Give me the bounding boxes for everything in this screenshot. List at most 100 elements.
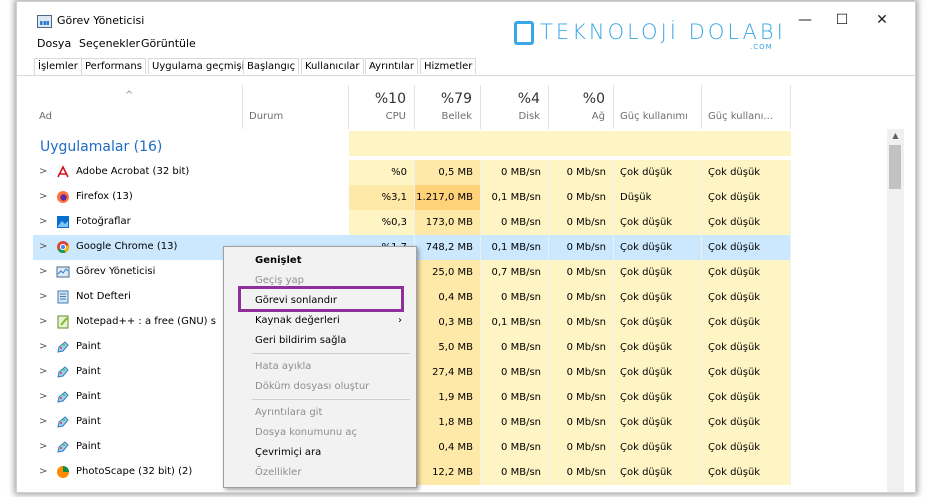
- row-power-trend: Çok düşük: [702, 235, 791, 260]
- row-network: 0 Mb/sn: [549, 310, 614, 335]
- ctx-search-online[interactable]: Çevrimiçi ara: [255, 447, 321, 458]
- row-disk: 0,1 MB/sn: [481, 235, 549, 260]
- ctx-provide-feedback[interactable]: Geri bildirim sağla: [255, 335, 346, 346]
- tab-users[interactable]: Kullanıcılar: [301, 58, 364, 74]
- chevron-right-icon[interactable]: >: [39, 291, 47, 302]
- row-power: Çok düşük: [614, 310, 702, 335]
- row-name: Paint: [76, 341, 101, 352]
- row-network: 0 Mb/sn: [549, 210, 614, 235]
- row-memory: 25,0 MB: [415, 260, 481, 285]
- row-network: 0 Mb/sn: [549, 410, 614, 435]
- row-memory: 0,4 MB: [415, 435, 481, 460]
- chevron-right-icon[interactable]: >: [39, 441, 47, 452]
- column-header-cpu[interactable]: %10 CPU: [349, 85, 415, 129]
- row-cpu: %0: [349, 160, 415, 185]
- row-disk: 0 MB/sn: [481, 410, 549, 435]
- row-power: Çok düşük: [614, 410, 702, 435]
- ctx-expand[interactable]: Genişlet: [255, 255, 301, 266]
- row-name: Paint: [76, 416, 101, 427]
- table-row[interactable]: >Paint%027,4 MB0 MB/sn0 Mb/snÇok düşükÇo…: [17, 360, 887, 385]
- tab-performance[interactable]: Performans: [81, 58, 146, 74]
- scroll-up-icon[interactable]: ▲: [887, 129, 904, 143]
- task-manager-icon: [56, 265, 70, 279]
- row-disk: 0 MB/sn: [481, 160, 549, 185]
- ctx-go-to-details: Ayrıntılara git: [255, 407, 323, 418]
- tab-app-history[interactable]: Uygulama geçmişi: [148, 58, 249, 74]
- column-header-power[interactable]: Güç kullanımı: [614, 85, 702, 129]
- context-menu: Genişlet Geçiş yap Görevi sonlandır Kaynak …: [223, 246, 417, 488]
- minimize-button[interactable]: —: [790, 10, 820, 30]
- column-header-memory[interactable]: %79 Bellek: [415, 85, 481, 129]
- vertical-scrollbar[interactable]: ▲: [887, 129, 904, 492]
- table-row[interactable]: >Notepad++ : a free (GNU) s%00,3 MB0,1 M…: [17, 310, 887, 335]
- chevron-right-icon[interactable]: >: [39, 266, 47, 277]
- row-memory: 748,2 MB: [415, 235, 481, 260]
- row-name-cell[interactable]: > Fotoğraflar: [33, 210, 349, 235]
- column-header-status[interactable]: Durum: [243, 85, 349, 129]
- menu-options[interactable]: Seçenekler: [79, 37, 140, 50]
- row-power-trend: Çok düşük: [702, 210, 791, 235]
- paint-icon: [56, 415, 70, 429]
- table-row[interactable]: >Not Defteri%00,4 MB0 MB/sn0 Mb/snÇok dü…: [17, 285, 887, 310]
- tab-services[interactable]: Hizmetler: [420, 58, 477, 74]
- ctx-properties: Özellikler: [255, 467, 302, 478]
- row-power: Çok düşük: [614, 235, 702, 260]
- menu-separator: [252, 399, 410, 400]
- paint-icon: [56, 390, 70, 404]
- chevron-right-icon[interactable]: >: [39, 366, 47, 377]
- table-row[interactable]: > Adobe Acrobat (32 bit) %0 0,5 MB 0 MB/sn 0 …: [17, 160, 887, 185]
- menu-view[interactable]: Görüntüle: [141, 37, 196, 50]
- table-row[interactable]: >Paint%00,4 MB0 MB/sn0 Mb/snÇok düşükÇok…: [17, 435, 887, 460]
- paint-icon: [56, 440, 70, 454]
- chevron-right-icon[interactable]: >: [39, 316, 47, 327]
- column-header-power-trend[interactable]: Güç kullanı...: [702, 85, 791, 129]
- chevron-right-icon[interactable]: >: [39, 416, 47, 427]
- row-power-trend: Çok düşük: [702, 460, 791, 485]
- chevron-right-icon[interactable]: >: [39, 241, 47, 252]
- chevron-right-icon[interactable]: >: [39, 466, 47, 477]
- row-name: Paint: [76, 366, 101, 377]
- row-name-cell[interactable]: > Firefox (13): [33, 185, 349, 210]
- tab-startup[interactable]: Başlangıç: [243, 58, 300, 74]
- tab-processes[interactable]: İşlemler: [34, 58, 82, 75]
- photoscape-icon: [56, 465, 70, 479]
- table-row[interactable]: >Google Chrome (13)%1,7748,2 MB0,1 MB/sn…: [17, 235, 887, 260]
- scroll-thumb[interactable]: [889, 145, 901, 189]
- tab-details[interactable]: Ayrıntılar: [365, 58, 419, 74]
- maximize-button[interactable]: ☐: [827, 10, 857, 30]
- row-disk: 0 MB/sn: [481, 435, 549, 460]
- chevron-right-icon[interactable]: >: [39, 166, 47, 177]
- column-header-name[interactable]: Ad: [33, 85, 243, 129]
- menu-file[interactable]: Dosya: [37, 37, 71, 50]
- chevron-right-icon[interactable]: >: [39, 191, 47, 202]
- ctx-create-dump: Döküm dosyası oluştur: [255, 381, 370, 392]
- row-power-trend: Çok düşük: [702, 285, 791, 310]
- row-disk: 0,1 MB/sn: [481, 310, 549, 335]
- table-row[interactable]: >Paint%01,8 MB0 MB/sn0 Mb/snÇok düşükÇok…: [17, 410, 887, 435]
- row-disk: 0 MB/sn: [481, 335, 549, 360]
- chevron-right-icon[interactable]: >: [39, 216, 47, 227]
- ctx-resource-values[interactable]: Kaynak değerleri: [255, 315, 340, 326]
- table-row[interactable]: >Görev Yöneticisi%0,725,0 MB0,7 MB/sn0 M…: [17, 260, 887, 285]
- column-header-network[interactable]: %0 Ağ: [549, 85, 614, 129]
- table-row[interactable]: >Paint%01,9 MB0 MB/sn0 Mb/snÇok düşükÇok…: [17, 385, 887, 410]
- task-manager-window: Görev Yöneticisi TEKNOLOJİ DOLABI .COM —…: [16, 1, 916, 493]
- table-row[interactable]: >Paint%05,0 MB0 MB/sn0 Mb/snÇok düşükÇok…: [17, 335, 887, 360]
- chevron-right-icon[interactable]: >: [39, 341, 47, 352]
- row-power-trend: Çok düşük: [702, 435, 791, 460]
- row-power-trend: Çok düşük: [702, 385, 791, 410]
- row-power: Çok düşük: [614, 460, 702, 485]
- close-button[interactable]: ✕: [867, 10, 897, 30]
- group-header-apps[interactable]: Uygulamalar (16): [40, 139, 162, 155]
- row-memory: 1,8 MB: [415, 410, 481, 435]
- table-row[interactable]: >PhotoScape (32 bit) (2)%012,2 MB0 MB/sn…: [17, 460, 887, 485]
- table-row[interactable]: > Fotoğraflar %0,3 173,0 MB 0 MB/sn 0 Mb/sn Ço…: [17, 210, 887, 235]
- row-name-cell[interactable]: > Adobe Acrobat (32 bit): [33, 160, 349, 185]
- chevron-right-icon[interactable]: >: [39, 391, 47, 402]
- column-header-disk[interactable]: %4 Disk: [481, 85, 549, 129]
- row-cpu: %3,1: [349, 185, 415, 210]
- table-row[interactable]: > Firefox (13) %3,1 1.217,0 MB 0,1 MB/sn 0 Mb…: [17, 185, 887, 210]
- row-network: 0 Mb/sn: [549, 260, 614, 285]
- row-power: Çok düşük: [614, 260, 702, 285]
- row-power-trend: Çok düşük: [702, 310, 791, 335]
